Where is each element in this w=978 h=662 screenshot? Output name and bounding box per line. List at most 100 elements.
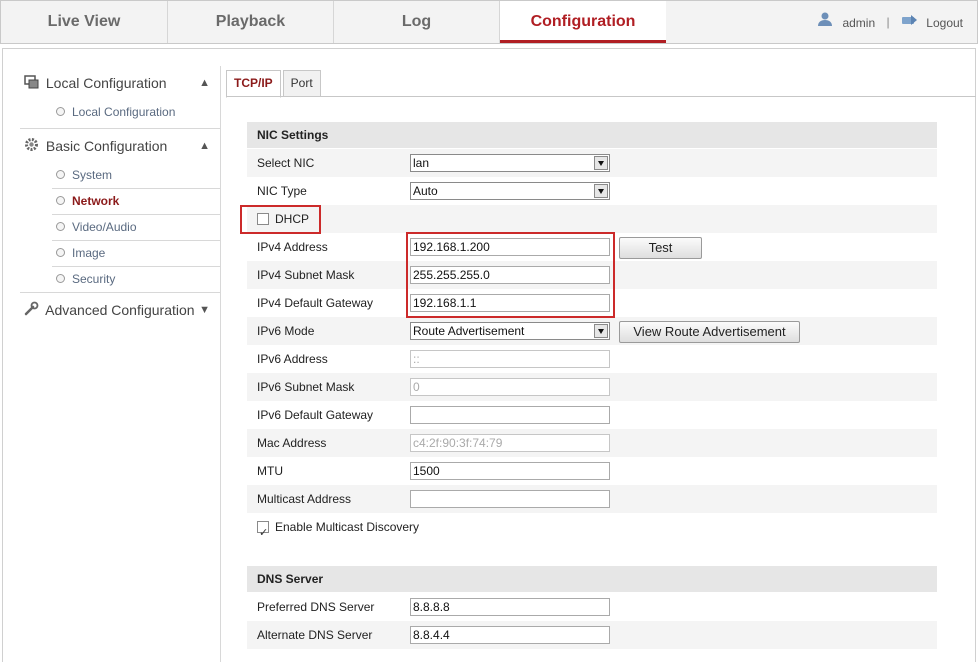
top-nav: Live View Playback Log Configuration adm… bbox=[0, 0, 978, 44]
field-label: Alternate DNS Server bbox=[257, 628, 373, 642]
user-icon bbox=[817, 2, 833, 44]
sidebar-group-basic[interactable]: Basic Configuration ▲ bbox=[20, 129, 220, 163]
wrench-icon bbox=[24, 294, 42, 328]
logout-link[interactable]: Logout bbox=[926, 2, 963, 44]
sidebar-item-image[interactable]: Image bbox=[20, 241, 220, 266]
row-ipv4-mask: IPv4 Subnet Mask bbox=[247, 261, 937, 289]
bullet-icon bbox=[56, 222, 65, 232]
tab-configuration[interactable]: Configuration bbox=[500, 1, 666, 43]
multicast-address-input[interactable] bbox=[410, 490, 610, 508]
checkbox-label: Enable Multicast Discovery bbox=[275, 520, 420, 534]
chevron-up-icon[interactable]: ▲ bbox=[199, 66, 210, 100]
field-label: IPv4 Default Gateway bbox=[257, 296, 374, 310]
ipv6-address-input bbox=[410, 350, 610, 368]
row-ipv4-address: IPv4 Address Test bbox=[247, 233, 937, 261]
multicast-discovery-checkbox[interactable] bbox=[257, 519, 269, 547]
nic-type-dropdown[interactable]: Auto bbox=[410, 182, 610, 200]
section-header-dns: DNS Server bbox=[247, 566, 937, 592]
field-label: IPv4 Address bbox=[257, 240, 328, 254]
sidebar: Local Configuration ▲ Local Configuratio… bbox=[20, 66, 220, 327]
row-dhcp: DHCP bbox=[247, 205, 937, 233]
divider: | bbox=[886, 15, 890, 29]
field-label: NIC Type bbox=[257, 184, 307, 198]
chevron-up-icon[interactable]: ▲ bbox=[199, 129, 210, 163]
divider bbox=[226, 96, 976, 97]
sidebar-item-system[interactable]: System bbox=[20, 163, 220, 188]
tab-tcp-ip[interactable]: TCP/IP bbox=[226, 70, 281, 98]
row-mac-address: Mac Address bbox=[247, 429, 937, 457]
field-label: Multicast Address bbox=[257, 492, 352, 506]
field-label: IPv6 Subnet Mask bbox=[257, 380, 355, 394]
field-label: MTU bbox=[257, 464, 283, 478]
gear-icon bbox=[24, 130, 42, 164]
dropdown-arrow-icon[interactable] bbox=[594, 184, 608, 198]
local-config-icon bbox=[24, 67, 42, 101]
select-value: Auto bbox=[413, 184, 438, 198]
ipv6-mode-dropdown[interactable]: Route Advertisement bbox=[410, 322, 610, 340]
mtu-input[interactable] bbox=[410, 462, 610, 480]
checkbox-label: DHCP bbox=[275, 212, 310, 226]
field-label: Preferred DNS Server bbox=[257, 600, 375, 614]
field-label: IPv6 Mode bbox=[257, 324, 315, 338]
sidebar-item-label: Video/Audio bbox=[72, 220, 137, 234]
ipv6-subnet-mask-input bbox=[410, 378, 610, 396]
sidebar-divider bbox=[220, 66, 221, 662]
sidebar-item-local-configuration[interactable]: Local Configuration bbox=[20, 100, 220, 125]
select-nic-dropdown[interactable]: lan bbox=[410, 154, 610, 172]
alternate-dns-input[interactable] bbox=[410, 626, 610, 644]
sidebar-item-label: Local Configuration bbox=[72, 105, 176, 119]
ipv6-gateway-input[interactable] bbox=[410, 406, 610, 424]
sidebar-item-video-audio[interactable]: Video/Audio bbox=[20, 215, 220, 240]
row-ipv6-mask: IPv6 Subnet Mask bbox=[247, 373, 937, 401]
select-value: lan bbox=[413, 156, 430, 170]
field-label: Select NIC bbox=[257, 156, 315, 170]
row-ipv6-address: IPv6 Address bbox=[247, 345, 937, 373]
bullet-icon bbox=[56, 248, 65, 258]
section-header-nic: NIC Settings bbox=[247, 122, 937, 148]
bullet-icon bbox=[56, 274, 65, 284]
sidebar-group-advanced[interactable]: Advanced Configuration ▼ bbox=[20, 293, 220, 327]
chevron-down-icon[interactable]: ▼ bbox=[199, 293, 210, 327]
bullet-icon bbox=[56, 196, 65, 206]
preferred-dns-input[interactable] bbox=[410, 598, 610, 616]
row-multicast-discovery: Enable Multicast Discovery bbox=[247, 513, 937, 547]
dhcp-checkbox[interactable] bbox=[257, 212, 269, 225]
row-mtu: MTU bbox=[247, 457, 937, 485]
row-preferred-dns: Preferred DNS Server bbox=[247, 593, 937, 621]
sidebar-item-label: Network bbox=[72, 194, 120, 208]
logout-icon[interactable] bbox=[901, 2, 919, 44]
field-label: IPv4 Subnet Mask bbox=[257, 268, 355, 282]
bullet-icon bbox=[56, 170, 65, 180]
field-label: Mac Address bbox=[257, 436, 327, 450]
ipv4-subnet-mask-input[interactable] bbox=[410, 266, 610, 284]
test-button[interactable]: Test bbox=[619, 237, 702, 259]
tab-port[interactable]: Port bbox=[282, 70, 321, 97]
dropdown-arrow-icon[interactable] bbox=[594, 324, 608, 338]
user-area: admin | Logout bbox=[817, 1, 963, 43]
sidebar-group-label: Basic Configuration bbox=[45, 138, 168, 154]
row-ipv4-gateway: IPv4 Default Gateway bbox=[247, 289, 937, 317]
dropdown-arrow-icon[interactable] bbox=[594, 156, 608, 170]
sidebar-item-network[interactable]: Network bbox=[20, 189, 220, 214]
sidebar-group-local[interactable]: Local Configuration ▲ bbox=[20, 66, 220, 100]
row-ipv6-gateway: IPv6 Default Gateway bbox=[247, 401, 937, 429]
row-nic-type: NIC Type Auto bbox=[247, 177, 937, 205]
sidebar-group-label: Local Configuration bbox=[45, 75, 167, 91]
bullet-icon bbox=[56, 107, 65, 117]
tab-live-view[interactable]: Live View bbox=[1, 1, 168, 43]
view-route-advertisement-button[interactable]: View Route Advertisement bbox=[619, 321, 800, 343]
dhcp-option[interactable]: DHCP bbox=[257, 205, 309, 233]
multicast-discovery-option[interactable]: Enable Multicast Discovery bbox=[257, 513, 420, 547]
sidebar-item-label: Security bbox=[72, 272, 116, 286]
tab-log[interactable]: Log bbox=[334, 1, 500, 43]
sidebar-item-security[interactable]: Security bbox=[20, 267, 220, 292]
row-select-nic: Select NIC lan bbox=[247, 149, 937, 177]
sidebar-item-label: Image bbox=[72, 246, 106, 260]
row-ipv6-mode: IPv6 Mode Route Advertisement View Route… bbox=[247, 317, 937, 345]
field-label: IPv6 Address bbox=[257, 352, 328, 366]
tab-playback[interactable]: Playback bbox=[168, 1, 334, 43]
ipv4-gateway-input[interactable] bbox=[410, 294, 610, 312]
select-value: Route Advertisement bbox=[413, 324, 525, 338]
sidebar-item-label: System bbox=[72, 168, 113, 182]
ipv4-address-input[interactable] bbox=[410, 238, 610, 256]
